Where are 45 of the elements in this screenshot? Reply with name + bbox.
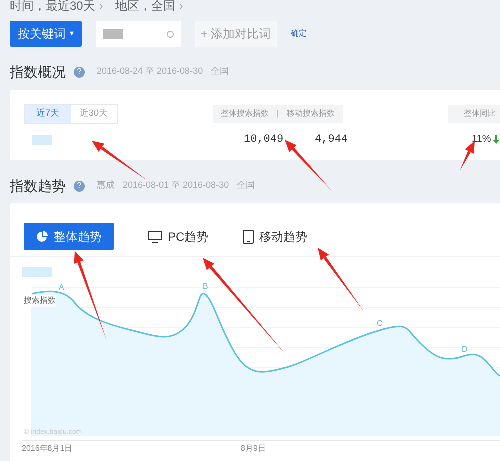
keyword-label: 惠成	[97, 179, 115, 192]
blurred-keyword	[32, 135, 52, 145]
chevron-icon: ›	[179, 0, 184, 15]
blurred-keyword	[103, 29, 123, 39]
filter-label[interactable]: 地区，全国	[115, 0, 176, 15]
point-label: B	[203, 283, 208, 291]
trend-tab[interactable]: 移动趋势	[242, 223, 308, 250]
annotation-arrow	[92, 141, 148, 181]
help-icon[interactable]: ?	[74, 66, 85, 78]
annotation-arrow	[460, 141, 475, 171]
section-title: 指数概况	[10, 62, 66, 82]
add-compare-button[interactable]: + 添加对比词	[195, 21, 277, 47]
date-range: 2016-08-24 至 2016-08-30	[97, 65, 204, 78]
yoy-header: 整体同比	[448, 105, 500, 123]
region-label: 全国	[211, 65, 230, 78]
tablet-icon	[242, 230, 254, 244]
down-arrow-icon	[493, 135, 500, 144]
point-label: C	[377, 319, 383, 328]
mobile-index-value: 4,944	[315, 133, 348, 148]
caret-icon: ▾	[70, 28, 74, 40]
x-axis-label: 8月9日	[241, 443, 266, 455]
x-axis-label: 2016年8月1日	[22, 443, 73, 455]
help-icon[interactable]: ?	[74, 180, 85, 192]
region-label: 全国	[237, 179, 256, 192]
yoy-value: 11%	[472, 133, 492, 147]
section-title: 指数趋势	[10, 176, 66, 196]
point-label: A	[59, 283, 64, 292]
period-tab[interactable]: 近7天	[25, 105, 71, 123]
pie-chart-icon	[36, 230, 48, 242]
filter-label[interactable]: 时间，最近30天	[10, 0, 96, 15]
monitor-icon	[148, 230, 162, 242]
clear-icon[interactable]	[167, 30, 174, 38]
blurred-legend	[22, 267, 52, 277]
date-range: 2016-08-01 至 2016-08-30	[123, 179, 230, 192]
chevron-icon: ›	[99, 0, 104, 15]
keyword-input-field[interactable]	[96, 21, 181, 47]
y-axis-label: 搜索指数	[24, 295, 56, 307]
annotation-arrow	[318, 248, 365, 313]
point-label: D	[462, 345, 468, 354]
trend-tab[interactable]: 整体趋势	[24, 223, 114, 250]
keyword-mode-button[interactable]: 按关键词 ▾	[10, 21, 82, 47]
overall-index-value: 10,049	[244, 133, 284, 148]
trend-tab[interactable]: PC趋势	[148, 223, 209, 250]
confirm-link[interactable]: 确定	[291, 28, 307, 40]
index-header: 整体搜索指数 | 移动搜索指数	[213, 105, 344, 123]
